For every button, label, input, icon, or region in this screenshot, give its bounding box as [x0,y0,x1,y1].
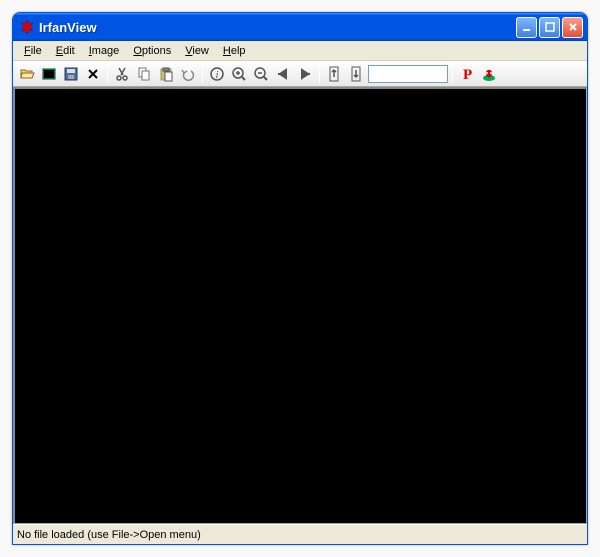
delete-icon[interactable] [83,64,103,84]
svg-text:i: i [216,70,219,81]
separator [202,65,203,83]
app-icon [19,19,35,35]
info-icon[interactable]: i [207,64,227,84]
save-icon[interactable] [61,64,81,84]
menu-edit[interactable]: Edit [49,43,82,59]
window-controls [516,17,583,38]
maximize-button[interactable] [539,17,560,38]
last-file-icon[interactable] [346,64,366,84]
slideshow-icon[interactable] [39,64,59,84]
minimize-button[interactable] [516,17,537,38]
copy-icon[interactable] [134,64,154,84]
previous-icon[interactable] [273,64,293,84]
cut-icon[interactable] [112,64,132,84]
open-icon[interactable] [17,64,37,84]
about-icon[interactable] [479,64,499,84]
zoom-out-icon[interactable] [251,64,271,84]
properties-icon[interactable]: P [457,64,477,84]
menu-file[interactable]: File [17,43,49,59]
close-button[interactable] [562,17,583,38]
window-title: IrfanView [39,20,516,35]
menu-options[interactable]: Options [126,43,178,59]
menu-image[interactable]: Image [82,43,127,59]
first-file-icon[interactable] [324,64,344,84]
titlebar[interactable]: IrfanView [13,13,587,41]
paste-icon[interactable] [156,64,176,84]
undo-icon[interactable] [178,64,198,84]
zoom-in-icon[interactable] [229,64,249,84]
jump-input[interactable] [368,65,448,83]
menubar: File Edit Image Options View Help [13,41,587,61]
separator [452,65,453,83]
status-message: No file loaded (use File->Open menu) [17,529,201,541]
image-canvas[interactable] [13,87,587,524]
app-window: IrfanView File Edit Image Options View H… [12,12,588,545]
menu-view[interactable]: View [178,43,216,59]
next-icon[interactable] [295,64,315,84]
toolbar: i P [13,61,587,87]
separator [319,65,320,83]
statusbar: No file loaded (use File->Open menu) [13,524,587,544]
svg-text:P: P [463,67,472,82]
menu-help[interactable]: Help [216,43,253,59]
separator [107,65,108,83]
